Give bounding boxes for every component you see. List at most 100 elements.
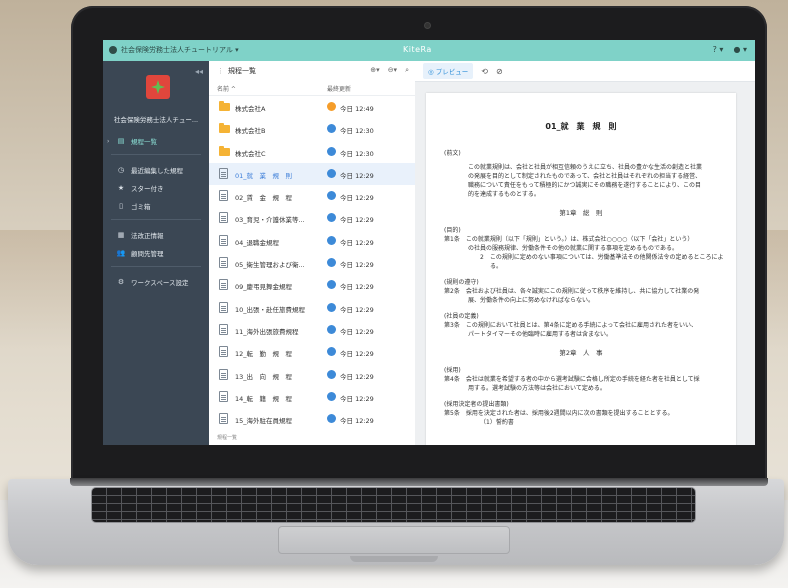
document-line: (社員の定義) xyxy=(444,313,479,320)
document-line: 用する。選考試験の方法等は会社において定める。 xyxy=(468,385,606,392)
people-icon: 👥 xyxy=(116,249,126,257)
editor-avatar xyxy=(327,124,336,134)
list-item[interactable]: 株式会社B 今日 12:30 xyxy=(209,118,415,140)
updated-time: 今日 12:29 xyxy=(340,171,374,180)
document-line: パートタイマーその他臨時に雇用する者は含まない。 xyxy=(468,331,613,338)
sidebar-item-label: ワークスペース設定 xyxy=(131,279,189,287)
list-item[interactable]: 09_慶弔見舞金規程 今日 12:29 xyxy=(209,274,415,296)
item-name: 02_賃 金 規 程 xyxy=(235,194,293,203)
history-icon[interactable]: ⟲ xyxy=(481,67,488,76)
item-name: 15_海外駐在員規程 xyxy=(235,417,293,426)
updated-time: 今日 12:29 xyxy=(340,216,374,225)
item-name: 14_転 籍 規 程 xyxy=(235,394,293,403)
chapter-heading: 第2章 人 事 xyxy=(559,349,603,357)
sidebar-item-label: 最近編集した規程 xyxy=(131,167,183,175)
link-icon[interactable]: ⊘ xyxy=(496,67,503,76)
document-icon xyxy=(219,390,228,402)
updated-time: 今日 12:30 xyxy=(340,149,374,158)
document-line: 2 この規則に定めのない事項については、労働基準法その他関係法令の定めるところに… xyxy=(480,254,724,261)
top-bar: 社会保険労務士法人チュートリアル ▾ KiteRa ? ▾ ● ▾ xyxy=(103,40,755,61)
document-line: (前文) xyxy=(444,150,461,157)
document-icon xyxy=(219,279,228,291)
item-name: 株式会社C xyxy=(235,149,266,158)
item-name: 株式会社A xyxy=(235,105,266,113)
list-header: ⋮ 規程一覧 ⊕▾ ⊖▾ ⌕ xyxy=(209,61,415,81)
list-item[interactable]: 02_賃 金 規 程 今日 12:29 xyxy=(209,185,415,207)
sidebar-item-clients[interactable]: 👥 顧問先管理 xyxy=(103,246,209,260)
regulation-list-panel: ⋮ 規程一覧 ⊕▾ ⊖▾ ⌕ 名前 ^ 最終更新 株式会社A 今日 12:49 株式… xyxy=(209,61,416,445)
sidebar-item-label: 規程一覧 xyxy=(131,138,157,146)
editor-avatar xyxy=(327,235,336,245)
add-icon[interactable]: ⊕▾ xyxy=(370,66,379,75)
editor-avatar xyxy=(327,146,336,156)
sidebar-item-label: ゴミ箱 xyxy=(131,203,151,211)
sidebar-item-recent[interactable]: ◷ 最近編集した規程 xyxy=(103,163,209,177)
document-icon-wrap xyxy=(219,346,228,358)
sidebar-item-label: スター付き xyxy=(131,185,164,193)
list-item[interactable]: 01_就 業 規 則 今日 12:29 xyxy=(209,162,415,186)
list-item[interactable]: 11_海外出張旅費規程 今日 12:29 xyxy=(209,319,415,341)
trackpad xyxy=(278,526,510,554)
filter-icon[interactable]: ⊖▾ xyxy=(388,66,397,75)
document-icon xyxy=(219,346,228,358)
editor-avatar xyxy=(327,369,336,379)
workspace-name: 社会保険労務士法人チュートリアル ▾ xyxy=(121,46,239,54)
list-column-header: 名前 ^ 最終更新 xyxy=(209,81,415,96)
document-icon-wrap xyxy=(219,234,228,246)
list-item[interactable]: 株式会社C 今日 12:30 xyxy=(209,141,415,163)
document-line: 第2条 会社および社員は、各々誠実にこの規則に従って秩序を維持し、共に協力して社… xyxy=(444,288,700,295)
list-footer: 規程一覧 xyxy=(217,435,238,441)
item-name: 04_退職金規程 xyxy=(235,238,280,247)
sidebar-item-regulations[interactable]: › ▤ 規程一覧 xyxy=(103,134,209,148)
sidebar-item-starred[interactable]: ★ スター付き xyxy=(103,181,209,195)
column-updated[interactable]: 最終更新 xyxy=(327,84,351,93)
document-icon-wrap xyxy=(219,301,228,313)
document-line: (採用決定者の提出書類) xyxy=(444,401,509,408)
updated-time: 今日 12:29 xyxy=(340,394,374,403)
collapse-sidebar-icon[interactable]: ◂◂ xyxy=(195,67,203,76)
list-item[interactable]: 14_転 籍 規 程 今日 12:29 xyxy=(209,386,415,408)
document-title: 01_就 業 規 則 xyxy=(545,122,617,131)
preview-panel: ◎ プレビュー ⟲ ⊘ 01_就 業 規 則 (前文) この就業規則は、会社と社員… xyxy=(415,61,755,445)
law-icon: ▦ xyxy=(117,231,125,239)
list-item[interactable]: 13_出 向 規 程 今日 12:29 xyxy=(209,364,415,386)
clock-icon: ◷ xyxy=(117,166,125,174)
sidebar-item-workspace-settings[interactable]: ⚙ ワークスペース設定 xyxy=(103,275,209,289)
document-line: 第1条 この就業規則（以下「規則」という。）は、株式会社○○○○（以下「会社」と… xyxy=(444,236,694,243)
updated-time: 今日 12:29 xyxy=(340,238,374,247)
workspace-switcher[interactable]: 社会保険労務士法人チュートリアル ▾ xyxy=(109,45,239,55)
updated-time: 今日 12:49 xyxy=(340,105,374,113)
document-icon-wrap xyxy=(219,323,228,335)
sidebar-divider xyxy=(111,154,201,155)
sidebar-item-trash[interactable]: ▯ ゴミ箱 xyxy=(103,199,209,213)
item-name: 11_海外出張旅費規程 xyxy=(235,327,299,336)
editor-avatar xyxy=(327,191,336,201)
account-icon[interactable]: ● ▾ xyxy=(733,45,747,54)
document-line: 展、労働条件の向上に努めなければならない。 xyxy=(468,297,595,304)
star-icon: ★ xyxy=(117,184,125,192)
search-icon[interactable]: ⌕ xyxy=(405,66,409,75)
help-icon[interactable]: ? ▾ xyxy=(713,45,724,54)
expand-caret-icon: › xyxy=(107,137,110,145)
webcam xyxy=(425,23,430,28)
list-item[interactable]: 12_転 勤 規 程 今日 12:29 xyxy=(209,341,415,363)
document-icon xyxy=(219,413,228,425)
document-icon-wrap xyxy=(219,257,228,269)
list-item[interactable]: 15_海外駐在員規程 今日 12:29 xyxy=(209,408,415,430)
list-item[interactable]: 10_出張・赴任旅費規程 今日 12:29 xyxy=(209,297,415,319)
list-item[interactable]: 04_退職金規程 今日 12:29 xyxy=(209,230,415,252)
editor-avatar xyxy=(327,347,336,357)
document-line: 職務について責任をもって積極的にかつ誠実にその職務を遂行することにより、この目 xyxy=(468,182,702,189)
sidebar-item-law-updates[interactable]: ▦ 法改正情報 xyxy=(103,228,209,242)
list-item[interactable]: 05_衛生管理および衛... 今日 12:29 xyxy=(209,252,415,274)
updated-time: 今日 12:29 xyxy=(340,283,374,292)
document-icon-wrap xyxy=(219,279,228,291)
document-line: の社員の服務規律、労働条件その他の就業に関する事項を定めるものである。 xyxy=(468,245,678,252)
list-item[interactable]: 株式会社A 今日 12:49 xyxy=(209,96,415,118)
list-item[interactable]: 03_育児・介護休業等... 今日 12:29 xyxy=(209,207,415,229)
tab-preview[interactable]: ◎ プレビュー xyxy=(423,63,474,79)
document-line: 第5条 採用を決定された者は、採用後2週間以内に次の書類を提出することとする。 xyxy=(444,410,674,417)
sidebar-divider xyxy=(111,266,201,267)
column-name[interactable]: 名前 ^ xyxy=(217,84,236,93)
drag-handle-icon[interactable]: ⋮ xyxy=(217,67,224,75)
